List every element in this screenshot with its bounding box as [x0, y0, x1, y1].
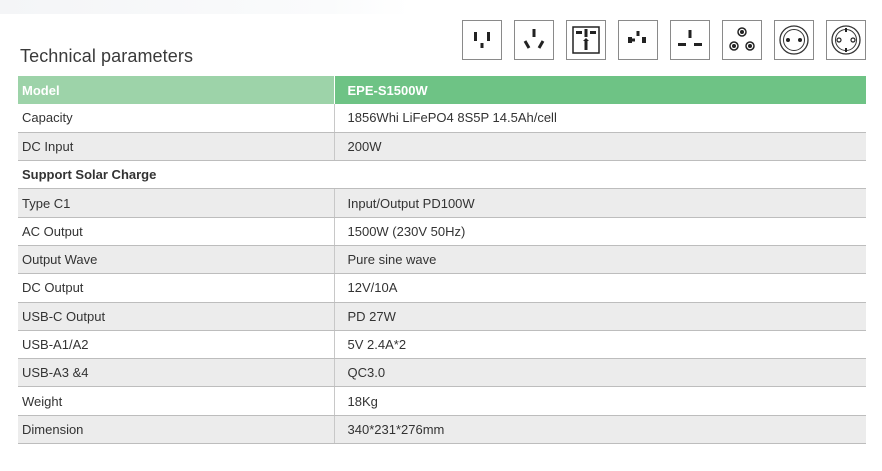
table-section-row: Support Solar Charge: [18, 160, 866, 190]
table-row: DC Output 12V/10A: [18, 273, 866, 303]
row-label: USB-A3 &4: [18, 358, 334, 388]
row-label: Weight: [18, 386, 334, 416]
row-value: 200W: [333, 132, 866, 162]
row-value: 340*231*276mm: [333, 415, 866, 445]
row-value: 1500W (230V 50Hz): [333, 217, 866, 246]
header-label-cell: Model: [18, 76, 334, 104]
table-row: USB-C Output PD 27W: [18, 302, 866, 331]
row-value: 5V 2.4A*2: [333, 330, 866, 360]
uk-plug-icon: [670, 20, 710, 60]
table-row: Output Wave Pure sine wave: [18, 245, 866, 275]
row-label: Capacity: [18, 104, 334, 133]
table-row: Weight 18Kg: [18, 386, 866, 416]
us-plug-icon: [462, 20, 502, 60]
row-value: Input/Output PD100W: [333, 188, 866, 218]
universal-socket-icon: [618, 20, 658, 60]
header-value-cell: EPE-S1500W: [333, 76, 866, 104]
table-row: DC Input 200W: [18, 132, 866, 162]
row-label: USB-C Output: [18, 302, 334, 331]
section-label: Support Solar Charge: [18, 160, 866, 190]
table-row: AC Output 1500W (230V 50Hz): [18, 217, 866, 246]
technical-parameters-table: Model EPE-S1500W Capacity 1856Whi LiFePO…: [18, 76, 866, 445]
eu-schuko-plug-icon: [774, 20, 814, 60]
table-row: Dimension 340*231*276mm: [18, 415, 866, 445]
row-label: Type C1: [18, 188, 334, 218]
au-plug-icon: [514, 20, 554, 60]
row-label: AC Output: [18, 217, 334, 246]
row-label: DC Input: [18, 132, 334, 162]
row-value: Pure sine wave: [333, 245, 866, 275]
table-header-row: Model EPE-S1500W: [18, 76, 866, 104]
top-decorative-strip: [0, 0, 410, 14]
plug-type-icons: [462, 20, 866, 60]
table-row: USB-A1/A2 5V 2.4A*2: [18, 330, 866, 360]
table-row: USB-A3 &4 QC3.0: [18, 358, 866, 388]
row-value: 1856Whi LiFePO4 8S5P 14.5Ah/cell: [333, 104, 866, 133]
universal-plug-icon: [566, 20, 606, 60]
row-label: Dimension: [18, 415, 334, 445]
table-row: Type C1 Input/Output PD100W: [18, 188, 866, 218]
table-row: Capacity 1856Whi LiFePO4 8S5P 14.5Ah/cel…: [18, 104, 866, 133]
row-label: Output Wave: [18, 245, 334, 275]
row-value: 12V/10A: [333, 273, 866, 303]
row-value: 18Kg: [333, 386, 866, 416]
za-plug-icon: [722, 20, 762, 60]
row-label: DC Output: [18, 273, 334, 303]
page-title: Technical parameters: [20, 46, 194, 66]
row-value: QC3.0: [333, 358, 866, 388]
row-value: PD 27W: [333, 302, 866, 331]
eu-plug-icon: [826, 20, 866, 60]
row-label: USB-A1/A2: [18, 330, 334, 360]
